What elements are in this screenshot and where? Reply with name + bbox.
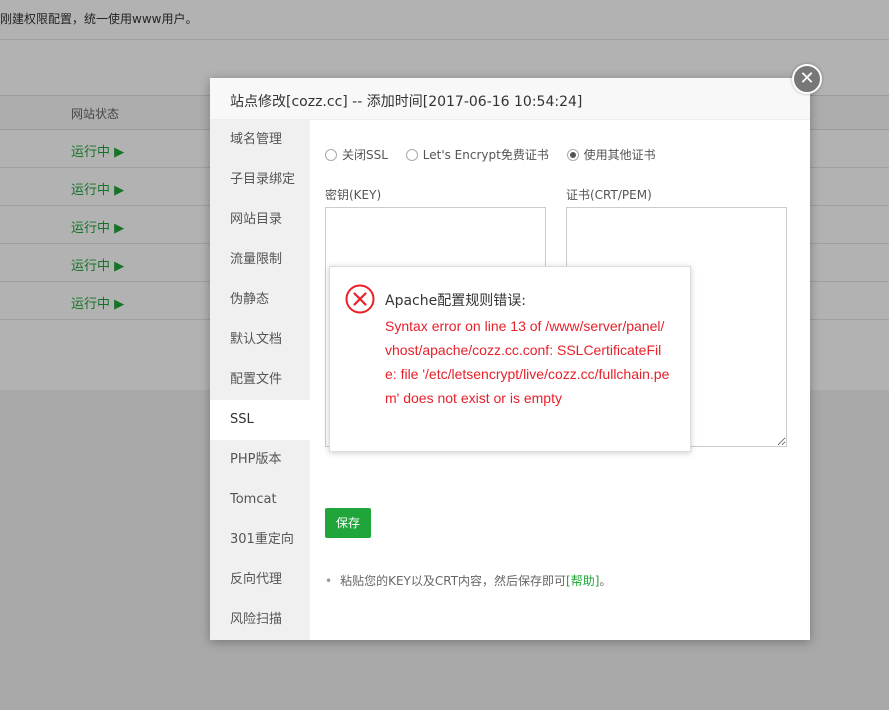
side-nav: 域名管理 子目录绑定 网站目录 流量限制 伪静态 默认文档 配置文件 SSL P…: [210, 120, 310, 640]
radio-lets-encrypt[interactable]: Let's Encrypt免费证书: [405, 146, 549, 163]
error-message-box: Apache配置规则错误: Syntax error on line 13 of…: [329, 266, 691, 452]
radio-label: Let's Encrypt免费证书: [422, 148, 549, 162]
radio-other-cert[interactable]: 使用其他证书: [566, 146, 656, 163]
nav-item-redirect-301[interactable]: 301重定向: [210, 520, 310, 560]
nav-item-traffic-limit[interactable]: 流量限制: [210, 240, 310, 280]
radio-circle-icon[interactable]: [405, 149, 418, 161]
help-link[interactable]: [帮助]: [566, 574, 599, 588]
close-dialog-button[interactable]: ✕: [792, 64, 822, 94]
help-tip: • 粘贴您的KEY以及CRT内容，然后保存即可[帮助]。: [325, 572, 611, 589]
close-icon[interactable]: ✕: [799, 68, 814, 89]
radio-checked-icon[interactable]: [566, 149, 579, 161]
help-text: 粘贴您的KEY以及CRT内容，然后保存即可: [340, 574, 567, 588]
nav-item-reverse-proxy[interactable]: 反向代理: [210, 560, 310, 600]
radio-label: 使用其他证书: [583, 148, 656, 162]
radio-label: 关闭SSL: [342, 148, 388, 162]
error-circle-icon: [345, 284, 375, 314]
ssl-mode-radio-group: 关闭SSL Let's Encrypt免费证书 使用其他证书: [325, 146, 670, 163]
bullet-icon: •: [325, 574, 333, 588]
nav-item-ssl[interactable]: SSL: [210, 400, 310, 440]
nav-item-tomcat[interactable]: Tomcat: [210, 480, 310, 520]
nav-item-domain[interactable]: 域名管理: [210, 120, 310, 160]
nav-item-risk-scan[interactable]: 风险扫描: [210, 600, 310, 640]
nav-item-site-dir[interactable]: 网站目录: [210, 200, 310, 240]
error-message: Syntax error on line 13 of /www/server/p…: [385, 318, 670, 406]
dialog-title: 站点修改[cozz.cc] -- 添加时间[2017-06-16 10:54:2…: [210, 78, 810, 120]
nav-item-subdir[interactable]: 子目录绑定: [210, 160, 310, 200]
nav-item-default-doc[interactable]: 默认文档: [210, 320, 310, 360]
save-button[interactable]: 保存: [325, 508, 371, 538]
help-suffix: 。: [599, 574, 612, 588]
key-label: 密钥(KEY): [325, 188, 382, 202]
radio-close-ssl[interactable]: 关闭SSL: [325, 146, 388, 163]
nav-item-rewrite[interactable]: 伪静态: [210, 280, 310, 320]
nav-item-php-version[interactable]: PHP版本: [210, 440, 310, 480]
radio-circle-icon[interactable]: [325, 149, 337, 161]
nav-item-config-file[interactable]: 配置文件: [210, 360, 310, 400]
cert-label: 证书(CRT/PEM): [566, 188, 652, 202]
error-title: Apache配置规则错误:: [385, 293, 526, 309]
